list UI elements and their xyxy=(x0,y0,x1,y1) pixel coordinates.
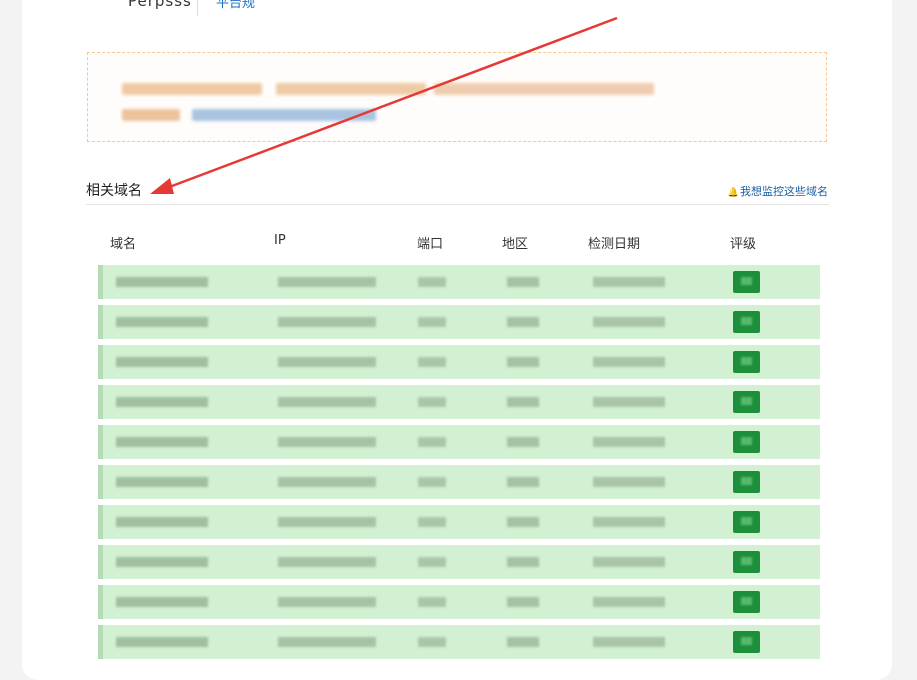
blurred-cell xyxy=(593,357,665,367)
grade-badge xyxy=(733,311,760,333)
notice-blurred-link[interactable] xyxy=(192,109,376,121)
blurred-cell xyxy=(507,277,539,287)
blurred-cell xyxy=(116,557,208,567)
blurred-cell xyxy=(593,277,665,287)
grade-badge xyxy=(733,391,760,413)
blurred-cell xyxy=(278,397,376,407)
grade-badge xyxy=(733,631,760,653)
blurred-cell xyxy=(116,397,208,407)
table-row[interactable] xyxy=(98,465,820,499)
blurred-cell xyxy=(507,317,539,327)
blurred-cell xyxy=(418,557,446,567)
blurred-cell xyxy=(507,437,539,447)
table-row[interactable] xyxy=(98,625,820,659)
blurred-cell xyxy=(278,517,376,527)
table-row[interactable] xyxy=(98,265,820,299)
blurred-cell xyxy=(116,437,208,447)
blurred-cell xyxy=(116,597,208,607)
table-row[interactable] xyxy=(98,305,820,339)
blurred-cell xyxy=(278,597,376,607)
notice-blurred-line-1 xyxy=(122,83,262,95)
blurred-cell xyxy=(507,597,539,607)
column-header-domain: 域名 xyxy=(110,237,137,252)
grade-badge xyxy=(733,551,760,573)
top-bar-fragment: Perpsss 平台规 xyxy=(0,0,917,18)
table-row[interactable] xyxy=(98,385,820,419)
blurred-cell xyxy=(418,437,446,447)
header-link-fragment[interactable]: 平台规 xyxy=(216,0,255,11)
blurred-cell xyxy=(507,397,539,407)
blurred-cell xyxy=(593,517,665,527)
blurred-cell xyxy=(116,317,208,327)
grade-badge xyxy=(733,271,760,293)
grade-badge xyxy=(733,431,760,453)
table-row[interactable] xyxy=(98,585,820,619)
section-title: 相关域名 xyxy=(86,183,142,199)
blurred-cell xyxy=(593,637,665,647)
table-row[interactable] xyxy=(98,425,820,459)
blurred-cell xyxy=(593,557,665,567)
bell-icon: 🔔 xyxy=(727,188,739,198)
column-header-port: 端口 xyxy=(417,237,444,252)
notice-box xyxy=(87,52,827,142)
blurred-cell xyxy=(116,637,208,647)
column-header-region: 地区 xyxy=(502,237,529,252)
blurred-cell xyxy=(116,357,208,367)
column-header-date: 检测日期 xyxy=(588,237,641,252)
blurred-cell xyxy=(507,637,539,647)
blurred-cell xyxy=(418,517,446,527)
column-header-grade: 评级 xyxy=(730,237,757,252)
blurred-cell xyxy=(418,477,446,487)
monitor-domains-link[interactable]: 🔔我想监控这些域名 xyxy=(728,183,828,199)
blurred-cell xyxy=(116,517,208,527)
table-row[interactable] xyxy=(98,505,820,539)
grade-badge xyxy=(733,471,760,493)
blurred-cell xyxy=(278,437,376,447)
grade-badge xyxy=(733,351,760,373)
blurred-cell xyxy=(418,637,446,647)
blurred-cell xyxy=(116,277,208,287)
blurred-cell xyxy=(507,557,539,567)
section-divider xyxy=(86,204,829,205)
notice-blurred-label xyxy=(122,109,180,121)
table-header: 域名 IP 端口 地区 检测日期 评级 xyxy=(0,233,917,253)
blurred-cell xyxy=(278,317,376,327)
blurred-cell xyxy=(507,357,539,367)
blurred-cell xyxy=(278,477,376,487)
blurred-cell xyxy=(278,557,376,567)
monitor-link-label: 我想监控这些域名 xyxy=(740,185,828,198)
blurred-cell xyxy=(278,637,376,647)
blurred-cell xyxy=(593,597,665,607)
blurred-cell xyxy=(116,477,208,487)
blurred-cell xyxy=(278,357,376,367)
header-divider xyxy=(197,0,198,16)
table-row[interactable] xyxy=(98,345,820,379)
page-title-fragment: Perpsss xyxy=(128,0,192,10)
blurred-cell xyxy=(418,357,446,367)
grade-badge xyxy=(733,591,760,613)
blurred-cell xyxy=(593,477,665,487)
blurred-cell xyxy=(418,597,446,607)
notice-blurred-line-1b xyxy=(276,83,426,95)
blurred-cell xyxy=(418,277,446,287)
column-header-ip: IP xyxy=(274,233,286,248)
blurred-cell xyxy=(418,397,446,407)
grade-badge xyxy=(733,511,760,533)
blurred-cell xyxy=(278,277,376,287)
blurred-cell xyxy=(593,397,665,407)
blurred-cell xyxy=(593,317,665,327)
blurred-cell xyxy=(593,437,665,447)
blurred-cell xyxy=(507,477,539,487)
blurred-cell xyxy=(507,517,539,527)
table-row[interactable] xyxy=(98,545,820,579)
notice-blurred-line-1c xyxy=(434,83,654,95)
blurred-cell xyxy=(418,317,446,327)
